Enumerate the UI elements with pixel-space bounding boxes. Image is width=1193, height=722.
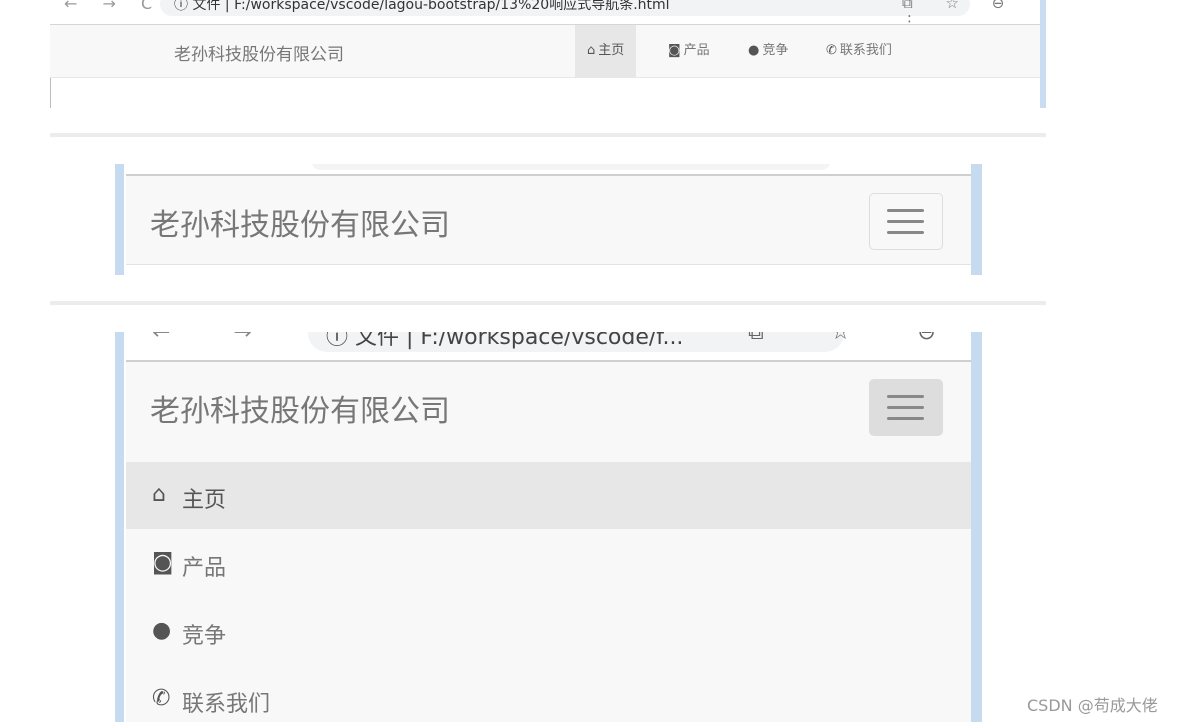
camera-icon: ◙ xyxy=(668,43,681,58)
menu-item-label: 竞争 xyxy=(182,624,227,649)
navbar: 老孙科技股份有限公司 xyxy=(126,360,971,451)
nav-item-contact[interactable]: ✆ 联系我们 xyxy=(814,25,904,77)
navbar-toggle-button[interactable] xyxy=(869,193,943,250)
menu-item-products[interactable]: ◙ 产品 xyxy=(126,530,971,597)
browser-nav-icons[interactable]: ← → C xyxy=(64,0,162,13)
hamburger-icon xyxy=(887,220,924,223)
tint-icon: ● xyxy=(152,618,172,643)
window-edge-right xyxy=(971,332,982,722)
window-edge-left xyxy=(115,164,124,275)
collapsed-menu: ⌂ 主页 ◙ 产品 ● 竞争 ✆ 联系我们 xyxy=(126,448,971,722)
address-bar-url[interactable]: ⓘ 文件 | F:/workspace/vscode/lagou-bootstr… xyxy=(174,0,670,14)
mobile-navbar-expanded-screenshot: ← → C ⓘ 文件 | F:/workspace/vscode/f... ⧉ … xyxy=(115,332,982,722)
mobile-navbar-collapsed-screenshot: 老孙科技股份有限公司 xyxy=(115,164,982,275)
nav-item-label: 竞争 xyxy=(762,43,789,58)
menu-item-label: 产品 xyxy=(182,556,227,581)
window-edge-left xyxy=(115,332,124,722)
nav-item-competition[interactable]: ● 竞争 xyxy=(736,25,800,77)
address-bar-url[interactable]: ⓘ 文件 | F:/workspace/vscode/f... xyxy=(326,332,683,351)
menu-item-home[interactable]: ⌂ 主页 xyxy=(126,462,971,529)
home-icon: ⌂ xyxy=(587,43,596,58)
section-divider xyxy=(50,133,1046,137)
browser-toolbar: ← → C ⓘ 文件 | F:/workspace/vscode/lagou-b… xyxy=(50,0,1040,30)
section-divider xyxy=(50,301,1046,305)
nav-item-products[interactable]: ◙ 产品 xyxy=(656,25,722,77)
nav-item-label: 产品 xyxy=(683,43,710,58)
navbar-brand[interactable]: 老孙科技股份有限公司 xyxy=(174,40,344,65)
navbar: 老孙科技股份有限公司 ⌂ 主页 ◙ 产品 ● 竞争 ✆ 联系我们 xyxy=(50,25,1040,78)
navbar-brand[interactable]: 老孙科技股份有限公司 xyxy=(150,200,450,244)
hamburger-icon xyxy=(887,406,924,409)
menu-item-competition[interactable]: ● 竞争 xyxy=(126,598,971,665)
navbar: 老孙科技股份有限公司 xyxy=(126,174,971,265)
nav-item-label: 主页 xyxy=(598,43,625,58)
navbar-brand[interactable]: 老孙科技股份有限公司 xyxy=(150,386,450,430)
hamburger-icon xyxy=(887,395,924,398)
home-icon: ⌂ xyxy=(152,482,166,507)
browser-action-icons[interactable]: ⧉ ☆ ⊖ ⋮ xyxy=(748,332,982,345)
tint-icon: ● xyxy=(748,43,760,58)
watermark: CSDN @苟成大佬 xyxy=(1027,696,1158,715)
camera-icon: ◙ xyxy=(152,550,174,575)
browser-toolbar: ← → C ⓘ 文件 | F:/workspace/vscode/f... ⧉ … xyxy=(126,332,982,362)
window-edge-right xyxy=(971,164,982,275)
menu-item-contact[interactable]: ✆ 联系我们 xyxy=(126,666,971,722)
hamburger-icon xyxy=(887,417,924,420)
window-edge-right xyxy=(1040,0,1046,108)
hamburger-icon xyxy=(887,231,924,234)
phone-icon: ✆ xyxy=(152,686,171,711)
navbar-toggle-button[interactable] xyxy=(869,379,943,436)
nav-item-label: 联系我们 xyxy=(839,43,892,58)
desktop-navbar-screenshot: ← → C ⓘ 文件 | F:/workspace/vscode/lagou-b… xyxy=(50,0,1046,108)
menu-item-label: 联系我们 xyxy=(182,692,271,717)
hamburger-icon xyxy=(887,209,924,212)
menu-item-label: 主页 xyxy=(182,488,227,513)
address-bar[interactable] xyxy=(311,164,831,170)
phone-icon: ✆ xyxy=(826,43,837,58)
nav-item-home[interactable]: ⌂ 主页 xyxy=(575,25,637,77)
